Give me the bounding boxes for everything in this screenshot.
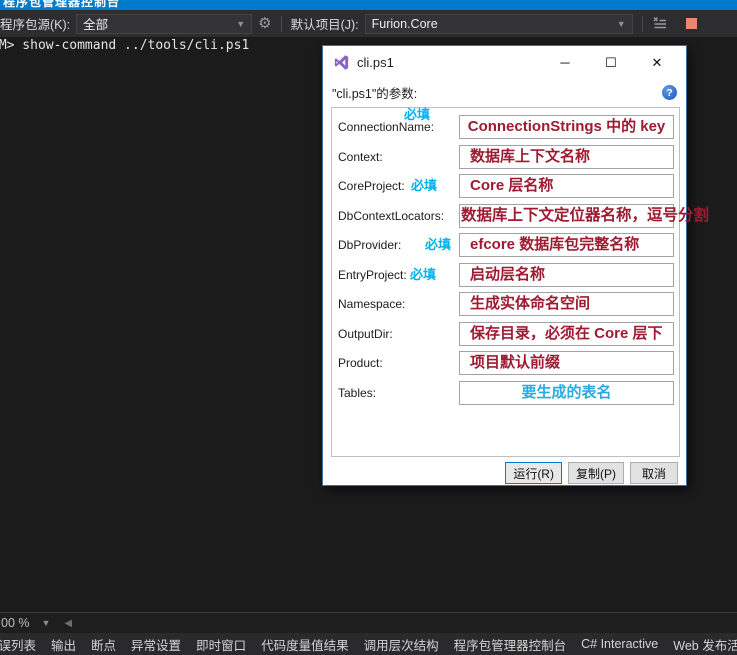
field-row-dbprovider: DbProvider: 必填 efcore 数据库包完整名称: [338, 233, 679, 257]
field-label: Tables:: [338, 381, 459, 405]
parameters-label: "cli.ps1"的参数:: [332, 83, 417, 102]
zoom-level-dropdown[interactable]: 00 %: [1, 616, 30, 630]
field-label: Product:: [338, 351, 459, 375]
package-source-label: 程序包源(K):: [0, 14, 70, 33]
tab-breakpoints[interactable]: 断点: [91, 635, 116, 654]
field-row-namespace: Namespace: 生成实体命名空间: [338, 292, 679, 316]
coreproject-input[interactable]: Core 层名称: [459, 174, 674, 198]
dialog-subtitle-row: "cli.ps1"的参数: ?: [323, 79, 686, 102]
tab-output[interactable]: 输出: [51, 635, 76, 654]
tool-window-titlebar: 程序包管理器控制台: [0, 0, 737, 10]
field-label: Context:: [338, 145, 459, 169]
tab-exception-settings[interactable]: 异常设置: [131, 635, 181, 654]
dialog-title: cli.ps1: [357, 55, 542, 70]
default-project-dropdown[interactable]: Furion.Core ▼: [365, 14, 633, 34]
default-project-value: Furion.Core: [372, 17, 438, 31]
cli-ps1-dialog: cli.ps1 ─ ☐ ✕ "cli.ps1"的参数: ? Connection…: [322, 45, 687, 486]
window-controls: ─ ☐ ✕: [542, 50, 680, 76]
product-input[interactable]: 项目默认前缀: [459, 351, 674, 375]
default-project-label: 默认项目(J):: [291, 14, 359, 33]
minimize-button[interactable]: ─: [542, 50, 588, 76]
clear-console-icon[interactable]: [652, 16, 668, 32]
field-label: ConnectionName: 必填: [338, 115, 459, 139]
entryproject-input[interactable]: 启动层名称: [459, 263, 674, 287]
field-label: OutputDir:: [338, 322, 459, 346]
chevron-down-icon: ▼: [617, 19, 626, 29]
context-input[interactable]: 数据库上下文名称: [459, 145, 674, 169]
required-badge: 必填: [410, 267, 436, 282]
namespace-input[interactable]: 生成实体命名空间: [459, 292, 674, 316]
tab-call-hierarchy[interactable]: 调用层次结构: [364, 635, 439, 654]
stop-icon[interactable]: [686, 18, 697, 29]
run-button[interactable]: 运行(R): [505, 462, 562, 484]
tab-immediate-window[interactable]: 即时窗口: [196, 635, 246, 654]
chevron-down-icon[interactable]: ▼: [42, 618, 51, 628]
required-badge: 必填: [404, 103, 430, 127]
field-label: DbProvider: 必填: [338, 233, 459, 257]
field-row-tables: Tables: 要生成的表名: [338, 381, 679, 405]
tab-code-metrics[interactable]: 代码度量值结果: [261, 635, 349, 654]
tab-csharp-interactive[interactable]: C# Interactive: [581, 637, 658, 651]
maximize-button[interactable]: ☐: [588, 50, 634, 76]
close-icon[interactable]: ✕: [634, 50, 680, 76]
field-row-connectionname: ConnectionName: 必填 ConnectionStrings 中的 …: [338, 115, 679, 139]
field-row-coreproject: CoreProject: 必填 Core 层名称: [338, 174, 679, 198]
tab-web-publish-activity[interactable]: Web 发布活动: [673, 635, 737, 654]
tool-window-title: 程序包管理器控制台: [0, 0, 737, 10]
package-source-dropdown[interactable]: 全部 ▼: [76, 14, 252, 34]
tab-package-manager-console[interactable]: 程序包管理器控制台: [454, 635, 567, 654]
toolbar-separator: [642, 16, 643, 32]
bottom-tool-window-tabs: 错误列表 输出 断点 异常设置 即时窗口 代码度量值结果 调用层次结构 程序包管…: [0, 633, 737, 655]
field-row-outputdir: OutputDir: 保存目录，必须在 Core 层下: [338, 322, 679, 346]
dialog-buttons: 运行(R) 复制(P) 取消: [505, 462, 678, 484]
field-row-entryproject: EntryProject: 必填 启动层名称: [338, 263, 679, 287]
chevron-down-icon: ▼: [236, 19, 245, 29]
field-label: DbContextLocators:: [338, 204, 459, 228]
required-badge: 必填: [425, 233, 451, 257]
field-label: Namespace:: [338, 292, 459, 316]
field-row-product: Product: 项目默认前缀: [338, 351, 679, 375]
outputdir-input[interactable]: 保存目录，必须在 Core 层下: [459, 322, 674, 346]
pm-console-toolbar: 程序包源(K): 全部 ▼ ⚙ 默认项目(J): Furion.Core ▼: [0, 10, 737, 37]
parameters-group-box: ConnectionName: 必填 ConnectionStrings 中的 …: [331, 107, 680, 457]
copy-button[interactable]: 复制(P): [568, 462, 624, 484]
package-source-value: 全部: [83, 14, 108, 33]
visual-studio-icon: [333, 54, 350, 71]
tab-error-list[interactable]: 错误列表: [0, 635, 36, 654]
dbcontextlocators-input[interactable]: 数据库上下文定位器名称，逗号分割: [459, 204, 674, 228]
field-row-context: Context: 数据库上下文名称: [338, 145, 679, 169]
tables-input[interactable]: 要生成的表名: [459, 381, 674, 405]
console-prompt-line: PM> show-command ../tools/cli.ps1: [0, 38, 249, 53]
field-label: EntryProject: 必填: [338, 263, 459, 287]
editor-zoom-bar: 00 % ▼ ◀: [0, 612, 737, 633]
connectionname-input[interactable]: ConnectionStrings 中的 key: [459, 115, 674, 139]
help-icon[interactable]: ?: [662, 85, 677, 100]
field-row-dbcontextlocators: DbContextLocators: 数据库上下文定位器名称，逗号分割: [338, 204, 679, 228]
cancel-button[interactable]: 取消: [630, 462, 678, 484]
dialog-titlebar[interactable]: cli.ps1 ─ ☐ ✕: [323, 46, 686, 79]
toolbar-separator: [281, 16, 282, 32]
gear-icon[interactable]: ⚙: [258, 16, 271, 31]
scroll-left-arrow-icon[interactable]: ◀: [64, 618, 72, 629]
field-label: CoreProject: 必填: [338, 174, 459, 198]
dbprovider-input[interactable]: efcore 数据库包完整名称: [459, 233, 674, 257]
required-badge: 必填: [411, 178, 437, 193]
